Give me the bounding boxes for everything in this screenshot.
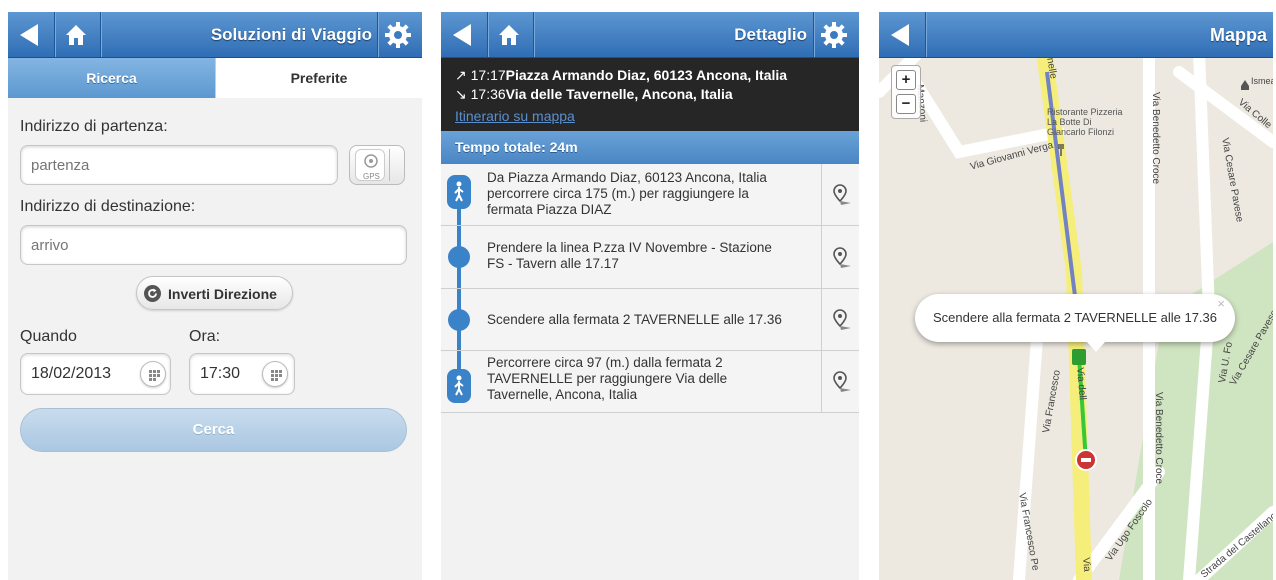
poi-line: La Botte Di: [1047, 117, 1092, 127]
crosshair-icon: [364, 154, 378, 168]
page-title: Mappa: [1209, 25, 1267, 45]
map-screen: Ristorante Pizzeria La Botte Di Giancarlo …: [879, 12, 1273, 580]
header-separator: [54, 12, 55, 57]
header-separator: [813, 12, 814, 57]
header-separator: [487, 12, 488, 57]
invert-direction-button[interactable]: Inverti Direzione: [136, 276, 293, 310]
refresh-icon: [144, 285, 161, 302]
header-separator: [925, 12, 926, 57]
header-separator: [377, 12, 378, 57]
invert-direction-label: Inverti Direzione: [168, 286, 277, 302]
map-pin-icon: [833, 371, 851, 392]
map-pin-icon: [833, 184, 851, 205]
back-icon[interactable]: [891, 24, 909, 46]
gear-icon[interactable]: [384, 21, 412, 49]
list-item[interactable]: Da Piazza Armando Diaz, 60123 Ancona, It…: [441, 164, 859, 226]
tab-bar: Ricerca Preferite: [8, 58, 422, 98]
departure-input[interactable]: [20, 145, 338, 185]
map-link[interactable]: Itinerario su mappa: [455, 108, 575, 124]
arrival-arrow-icon: ↘: [455, 86, 467, 102]
list-item[interactable]: Percorrere circa 97 (m.) dalla fermata 2…: [441, 351, 859, 413]
destination-label: Indirizzo di destinazione:: [20, 198, 196, 215]
calendar-icon[interactable]: [140, 361, 166, 387]
map-pin-button[interactable]: [821, 226, 859, 288]
list-item[interactable]: Scendere alla fermata 2 TAVERNELLE alle …: [441, 289, 859, 351]
page-title: Soluzioni di Viaggio: [210, 25, 372, 44]
step-text: Scendere alla fermata 2 TAVERNELLE alle …: [487, 312, 782, 327]
popup-text: Scendere alla fermata 2 TAVERNELLE alle …: [933, 310, 1217, 325]
map-pin-button[interactable]: [821, 289, 859, 350]
clock-icon[interactable]: [262, 361, 288, 387]
date-value: 18/02/2013: [31, 365, 112, 382]
page-title: Dettaglio: [734, 25, 807, 44]
search-button[interactable]: Cerca: [20, 408, 407, 452]
poi-restaurant: Ristorante Pizzeria La Botte Di Giancarlo …: [1047, 107, 1123, 137]
road-verga: [903, 66, 1065, 159]
back-icon[interactable]: [453, 24, 471, 46]
time-value: 17:30: [200, 365, 241, 382]
detail-screen: Dettaglio ↗ 17:17Piazza Armando Diaz, 60…: [441, 12, 859, 580]
poi-line: Giancarlo Filonzi: [1047, 127, 1115, 137]
arrival-time: 17:36: [470, 86, 506, 102]
time-label: Ora:: [189, 328, 221, 345]
departure-arrow-icon: ↗: [455, 67, 467, 83]
poi-line: Ristorante Pizzeria: [1047, 107, 1123, 117]
header-bar: Dettaglio: [441, 12, 859, 58]
home-icon[interactable]: [63, 22, 89, 48]
header-bar: Mappa: [879, 12, 1273, 58]
total-time-bar: Tempo totale: 24m: [441, 131, 859, 164]
map-pin-icon: [833, 247, 851, 268]
building-icon: [1241, 80, 1249, 90]
map-pin-button[interactable]: [821, 164, 859, 225]
map-pin-button[interactable]: [821, 351, 859, 412]
departure-label: Indirizzo di partenza:: [20, 118, 168, 135]
departure-place: Piazza Armando Diaz, 60123 Ancona, Itali…: [505, 67, 788, 83]
arrival-place: Via delle Tavernelle, Ancona, Italia: [505, 86, 733, 102]
road-label: Via Benedetto Croce: [1153, 392, 1164, 485]
road-label: Via Benedetto Croce: [1150, 92, 1161, 185]
gps-button: GPS: [355, 149, 385, 181]
departure-time: 17:17: [470, 67, 506, 83]
list-item[interactable]: Prendere la linea P.zza IV Novembre - St…: [441, 226, 859, 289]
header-separator: [100, 12, 101, 57]
walk-icon: [447, 175, 471, 209]
map-popup: Scendere alla fermata 2 TAVERNELLE alle …: [915, 294, 1235, 352]
gps-label: GPS: [363, 172, 380, 181]
poi-ismea: Ismea: [1251, 76, 1273, 86]
close-icon[interactable]: ×: [1217, 296, 1225, 312]
date-field[interactable]: 18/02/2013: [20, 353, 171, 395]
gear-icon[interactable]: [820, 21, 848, 49]
departure-row: ↗ 17:17Piazza Armando Diaz, 60123 Ancona…: [455, 67, 787, 84]
when-label: Quando: [20, 328, 77, 345]
gps-toggle[interactable]: GPS: [349, 145, 405, 185]
step-text: Percorrere circa 97 (m.) dalla fermata 2…: [487, 355, 728, 402]
route-summary: ↗ 17:17Piazza Armando Diaz, 60123 Ancona…: [441, 58, 859, 131]
zoom-in-button[interactable]: +: [896, 70, 916, 90]
bus-stop-icon: [448, 246, 470, 268]
arrival-row: ↘ 17:36Via delle Tavernelle, Ancona, Ita…: [455, 86, 733, 103]
walk-icon: [447, 369, 471, 403]
zoom-out-button[interactable]: −: [896, 94, 916, 114]
map-pin-icon: [833, 309, 851, 330]
bus-stop-icon: [448, 309, 470, 331]
header-separator: [533, 12, 534, 57]
destination-marker-bar: [1081, 458, 1091, 462]
step-text: Da Piazza Armando Diaz, 60123 Ancona, It…: [487, 170, 767, 217]
time-field[interactable]: 17:30: [189, 353, 295, 395]
toggle-knob: [389, 149, 401, 181]
tab-preferite[interactable]: Preferite: [215, 58, 422, 98]
bus-stop-marker-icon[interactable]: [1072, 349, 1086, 365]
back-icon[interactable]: [20, 24, 38, 46]
step-text: Prendere la linea P.zza IV Novembre - St…: [487, 240, 772, 271]
zoom-control: + −: [891, 65, 921, 119]
header-bar: Soluzioni di Viaggio: [8, 12, 422, 58]
search-screen: Soluzioni di Viaggio Ricerca Preferite I…: [8, 12, 422, 580]
road-label: Via: [1080, 557, 1093, 573]
tab-ricerca[interactable]: Ricerca: [8, 58, 215, 98]
destination-input[interactable]: [20, 225, 407, 265]
home-icon[interactable]: [496, 22, 522, 48]
